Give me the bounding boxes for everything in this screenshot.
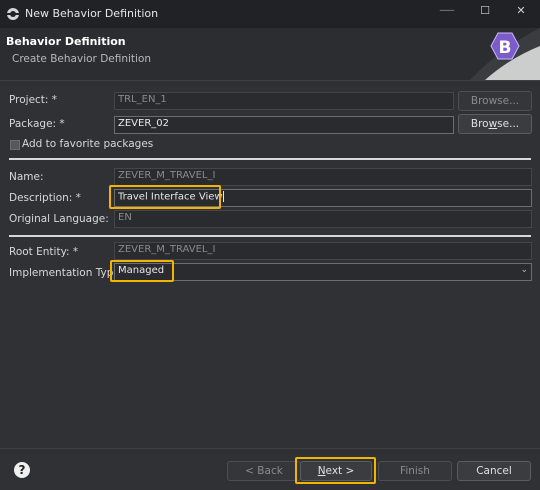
description-label: Description: * xyxy=(9,192,81,204)
implementation-type-highlight xyxy=(110,260,174,282)
eclipse-icon xyxy=(7,8,19,20)
window-title: New Behavior Definition xyxy=(25,7,159,20)
name-field: ZEVER_M_TRAVEL_I xyxy=(114,168,532,186)
text-cursor xyxy=(222,191,224,202)
favorite-checkbox[interactable] xyxy=(10,140,20,150)
original-language-field: EN xyxy=(114,210,532,228)
package-field[interactable]: ZEVER_02 xyxy=(114,116,454,134)
wizard-subtitle: Create Behavior Definition xyxy=(12,53,152,65)
favorite-label: Add to favorite packages xyxy=(22,138,154,150)
wizard-header: Behavior Definition Create Behavior Defi… xyxy=(0,28,540,81)
section-separator xyxy=(9,158,531,160)
implementation-type-select[interactable]: Managed ⌄ xyxy=(114,263,532,281)
project-label: Project: * xyxy=(9,94,58,106)
root-entity-label: Root Entity: * xyxy=(9,246,79,258)
section-separator-2 xyxy=(9,235,531,237)
close-button[interactable]: ✕ xyxy=(504,4,538,24)
behavior-definition-logo-icon: B xyxy=(470,28,540,80)
finish-button: Finish xyxy=(378,461,452,481)
project-browse-button: Browse... xyxy=(458,91,532,111)
description-highlight xyxy=(109,185,221,209)
title-bar: New Behavior Definition — ☐ ✕ xyxy=(0,0,540,29)
footer-separator xyxy=(0,448,540,449)
cancel-button[interactable]: Cancel xyxy=(457,461,531,481)
next-highlight xyxy=(295,457,376,484)
package-browse-button[interactable]: Browse... xyxy=(458,114,532,134)
minimize-button[interactable]: — xyxy=(430,0,464,20)
chevron-down-icon[interactable]: ⌄ xyxy=(520,265,528,275)
wizard-title: Behavior Definition xyxy=(6,35,126,48)
package-label: Package: * xyxy=(9,118,65,130)
original-language-label: Original Language: xyxy=(9,213,109,225)
logo-letter: B xyxy=(499,38,512,58)
dialog-window: New Behavior Definition — ☐ ✕ Behavior D… xyxy=(0,0,540,490)
project-field: TRL_EN_1 xyxy=(114,92,454,110)
root-entity-field: ZEVER_M_TRAVEL_I xyxy=(114,242,532,260)
name-label: Name: xyxy=(9,171,44,183)
back-button: < Back xyxy=(227,461,301,481)
help-icon[interactable]: ? xyxy=(14,462,30,478)
maximize-button[interactable]: ☐ xyxy=(468,4,502,24)
